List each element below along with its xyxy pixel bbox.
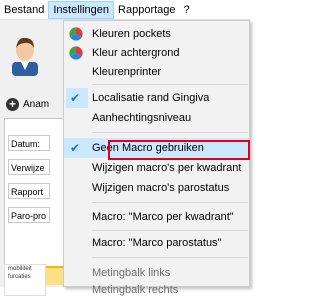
checkmark-icon: ✔ <box>70 141 81 155</box>
menu-item-kleuren-pockets[interactable]: Kleuren pockets <box>64 24 249 44</box>
menu-item-aanhechtingsniveau[interactable]: Aanhechtingsniveau <box>64 108 249 128</box>
menu-item-macro-marco-parostatus[interactable]: Macro: "Marco parostatus" <box>64 233 249 253</box>
menu-item-label: Macro: "Marco per kwadrant" <box>92 211 234 223</box>
menu-item-metingbalk-rechts[interactable]: Metingbalk rechts <box>64 283 249 296</box>
menu-separator <box>92 84 248 85</box>
menu-item-wijzigen-macros-per-kwadrant[interactable]: Wijzigen macro's per kwadrant <box>64 158 249 178</box>
menu-item-label: Wijzigen macro's parostatus <box>92 182 230 194</box>
menu-item-macro-marco-per-kwadrant[interactable]: Macro: "Marco per kwadrant" <box>64 207 249 227</box>
menu-separator <box>92 257 248 258</box>
menu-item-label: Metingbalk rechts <box>92 284 179 296</box>
anamnese-label: Anam <box>23 98 50 110</box>
user-avatar-icon <box>12 37 38 76</box>
datum-field: Datum: <box>8 135 50 151</box>
menu-separator <box>92 230 248 231</box>
menu-item-label: Kleur achtergrond <box>92 47 180 59</box>
menu-item-label: Kleuren pockets <box>92 28 171 40</box>
patient-panel: Datum: Verwijze Rapport Paro-pro Nieuw <box>4 118 72 285</box>
menu-bestand[interactable]: Bestand <box>0 1 48 19</box>
plus-icon: + <box>6 97 19 111</box>
menu-rapportage[interactable]: Rapportage <box>114 1 180 19</box>
anamnese-button[interactable]: + Anam <box>6 94 66 114</box>
verwijzer-field: Verwijze <box>8 159 50 175</box>
menu-item-geen-macro-gebruiken[interactable]: ✔ Geen Macro gebruiken <box>64 138 249 158</box>
checkmark-icon: ✔ <box>70 91 81 105</box>
chart-thumbnail: mobiliteit furcaties <box>4 264 46 296</box>
menu-item-label: Kleurenprinter <box>92 66 162 78</box>
menu-item-localisatie-rand-gingiva[interactable]: ✔ Localisatie rand Gingiva <box>64 88 249 108</box>
color-palette-icon <box>69 27 83 41</box>
menu-item-label: Wijzigen macro's per kwadrant <box>92 162 242 174</box>
menu-separator <box>92 202 248 203</box>
menu-item-kleurenprinter[interactable]: Kleurenprinter <box>64 62 249 82</box>
menu-item-label: Aanhechtingsniveau <box>92 112 192 124</box>
paro-field: Paro-pro <box>8 207 50 223</box>
card-line-furcaties: furcaties <box>8 274 31 280</box>
menu-item-label: Localisatie rand Gingiva <box>92 92 210 104</box>
menu-item-label: Macro: "Marco parostatus" <box>92 237 222 249</box>
menu-instellingen[interactable]: Instellingen <box>48 0 115 19</box>
rapport-field: Rapport <box>8 183 50 199</box>
menu-help[interactable]: ? <box>180 1 194 19</box>
menu-separator <box>92 132 248 133</box>
menubar: Bestand Instellingen Rapportage ? <box>0 0 250 20</box>
instellingen-dropdown: Kleuren pockets Kleur achtergrond Kleure… <box>63 20 250 296</box>
menu-item-wijzigen-macros-parostatus[interactable]: Wijzigen macro's parostatus <box>64 178 249 198</box>
menu-item-label: Geen Macro gebruiken <box>92 142 204 154</box>
color-palette-icon <box>69 46 83 60</box>
menu-item-kleur-achtergrond[interactable]: Kleur achtergrond <box>64 43 249 63</box>
card-line-mobiliteit: mobiliteit <box>8 266 32 272</box>
